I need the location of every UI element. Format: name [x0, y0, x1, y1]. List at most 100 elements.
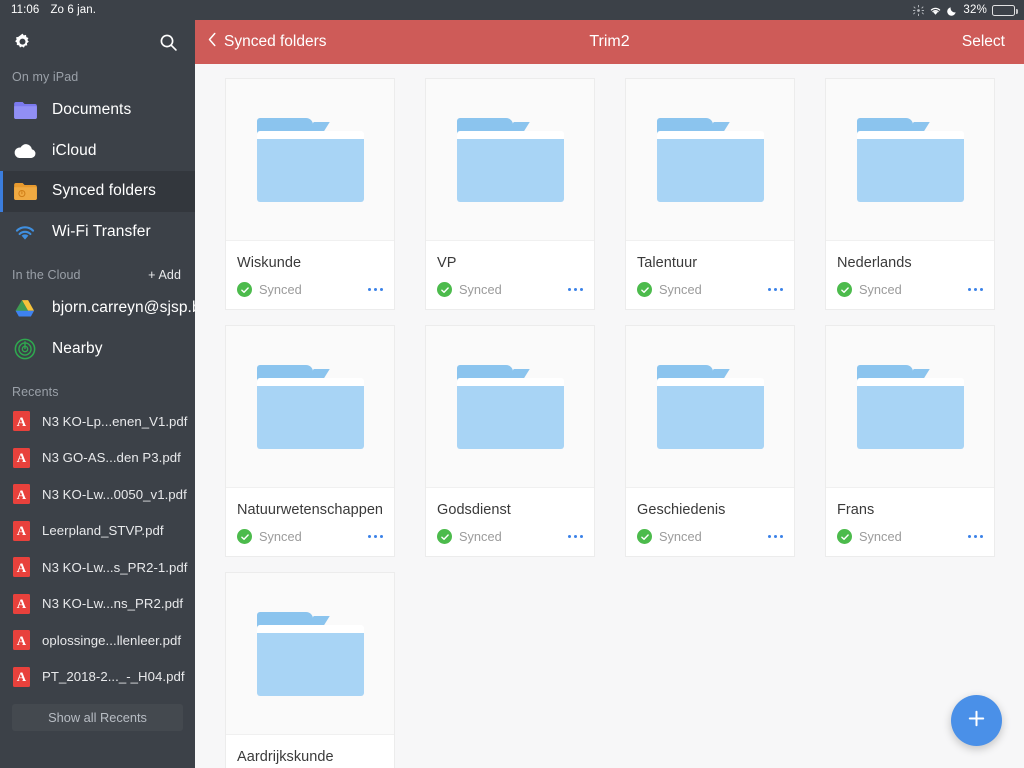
recent-file-item[interactable]: A N3 KO-Lw...0050_v1.pdf — [0, 476, 195, 513]
folder-name: VP — [437, 255, 457, 271]
select-button[interactable]: Select — [962, 33, 1024, 51]
recent-file-label: N3 KO-Lp...enen_V1.pdf — [42, 413, 188, 429]
folder-more-menu-icon[interactable] — [760, 531, 783, 543]
sidebar-item-synced-folders[interactable]: Synced folders — [0, 171, 195, 212]
sidebar-item-label: Synced folders — [52, 182, 156, 200]
recent-file-label: PT_2018-2..._-_H04.pdf — [42, 669, 185, 685]
status-bar-right: 32% — [913, 4, 1024, 16]
folder-status-label: Synced — [259, 529, 302, 544]
folder-more-menu-icon[interactable] — [960, 531, 983, 543]
folder-card[interactable]: Geschiedenis Synced — [625, 325, 795, 557]
wifi-transfer-icon — [12, 221, 38, 243]
folder-thumbnail — [826, 79, 994, 241]
status-date: Zo 6 jan. — [50, 4, 97, 16]
folder-more-menu-icon[interactable] — [560, 284, 583, 296]
folder-thumbnail — [426, 79, 594, 241]
folder-grid: Wiskunde Synced VP Synced Talentuur Sync… — [195, 64, 1024, 768]
pdf-icon: A — [13, 630, 30, 651]
folder-status-row: Synced — [226, 529, 394, 556]
check-circle-icon — [837, 529, 852, 544]
nearby-icon — [12, 338, 38, 360]
sidebar-toolbar — [0, 20, 195, 64]
folder-blue-icon — [856, 364, 964, 449]
folder-synced-icon — [12, 180, 38, 202]
folder-more-menu-icon[interactable] — [760, 284, 783, 296]
recent-file-item[interactable]: A PT_2018-2..._-_H04.pdf — [0, 659, 195, 696]
check-circle-icon — [237, 529, 252, 544]
sidebar-item-google-drive-account[interactable]: bjorn.carreyn@sjsp.be — [0, 288, 195, 329]
folder-name: Talentuur — [637, 255, 698, 271]
folder-card[interactable]: Wiskunde Synced — [225, 78, 395, 310]
check-circle-icon — [237, 282, 252, 297]
search-icon[interactable] — [158, 32, 179, 53]
folder-thumbnail — [226, 573, 394, 735]
folder-blue-icon — [856, 117, 964, 202]
status-bar-left: 11:06 Zo 6 jan. — [0, 4, 96, 16]
sidebar-item-icloud[interactable]: iCloud — [0, 131, 195, 172]
sidebar-section-title: On my iPad — [12, 70, 79, 84]
chevron-left-icon — [208, 32, 217, 52]
show-all-recents-button[interactable]: Show all Recents — [12, 704, 183, 731]
recent-file-label: N3 GO-AS...den P3.pdf — [42, 450, 181, 466]
pdf-icon: A — [13, 593, 30, 614]
folder-name: Godsdienst — [437, 502, 511, 518]
sidebar-item-label: Nearby — [52, 339, 103, 357]
folder-card[interactable]: VP Synced — [425, 78, 595, 310]
recent-file-label: N3 KO-Lw...s_PR2-1.pdf — [42, 559, 188, 575]
check-circle-icon — [637, 282, 652, 297]
recent-file-item[interactable]: A Leerpland_STVP.pdf — [0, 513, 195, 550]
folder-more-menu-icon[interactable] — [560, 531, 583, 543]
sidebar-item-wifi-transfer[interactable]: Wi-Fi Transfer — [0, 212, 195, 253]
folder-more-menu-icon[interactable] — [960, 284, 983, 296]
pdf-icon: A — [13, 484, 30, 505]
folder-card[interactable]: Nederlands Synced — [825, 78, 995, 310]
sidebar-section-header-in-the-cloud: In the Cloud + Add — [0, 252, 195, 288]
folder-card[interactable]: Aardrijkskunde Synced — [225, 572, 395, 768]
folder-blue-icon — [256, 117, 364, 202]
sidebar-item-nearby[interactable]: Nearby — [0, 329, 195, 370]
pdf-icon: A — [13, 557, 30, 578]
check-circle-icon — [637, 529, 652, 544]
folder-status-label: Synced — [459, 529, 502, 544]
folder-more-menu-icon[interactable] — [360, 531, 383, 543]
folder-name: Aardrijkskunde — [237, 749, 334, 765]
folder-card[interactable]: Natuurwetenschappen Synced — [225, 325, 395, 557]
sync-icon — [913, 4, 925, 16]
gear-icon[interactable] — [12, 32, 33, 53]
folder-blue-icon — [456, 364, 564, 449]
recent-file-item[interactable]: A oplossinge...llenleer.pdf — [0, 622, 195, 659]
folder-status-label: Synced — [859, 282, 902, 297]
status-time: 11:06 — [11, 4, 40, 16]
back-button-label: Synced folders — [224, 33, 327, 50]
google-drive-icon — [12, 297, 38, 319]
sidebar-item-label: bjorn.carreyn@sjsp.be — [52, 299, 195, 317]
add-cloud-account-button[interactable]: + Add — [148, 268, 181, 282]
folder-status-label: Synced — [659, 282, 702, 297]
folder-thumbnail — [626, 79, 794, 241]
sidebar-item-documents[interactable]: Documents — [0, 90, 195, 131]
recent-file-item[interactable]: A N3 KO-Lw...s_PR2-1.pdf — [0, 549, 195, 586]
recent-file-item[interactable]: A N3 KO-Lp...enen_V1.pdf — [0, 403, 195, 440]
folder-card[interactable]: Talentuur Synced — [625, 78, 795, 310]
folder-blue-icon — [656, 364, 764, 449]
folder-more-menu-icon[interactable] — [360, 284, 383, 296]
pdf-icon: A — [13, 666, 30, 687]
app-header: Synced folders Trim2 Select — [195, 20, 1024, 64]
sidebar-section-header-on-my-ipad: On my iPad — [0, 64, 195, 90]
folder-card[interactable]: Godsdienst Synced — [425, 325, 595, 557]
back-button[interactable]: Synced folders — [195, 32, 327, 52]
folder-grid-container: Wiskunde Synced VP Synced Talentuur Sync… — [195, 64, 1024, 768]
recent-file-label: N3 KO-Lw...ns_PR2.pdf — [42, 596, 184, 612]
folder-blue-icon — [456, 117, 564, 202]
add-button[interactable] — [951, 695, 1002, 746]
check-circle-icon — [437, 529, 452, 544]
folder-blue-icon — [256, 364, 364, 449]
recent-file-item[interactable]: A N3 KO-Lw...ns_PR2.pdf — [0, 586, 195, 623]
folder-name: Frans — [837, 502, 875, 518]
pdf-icon: A — [13, 447, 30, 468]
pdf-icon: A — [13, 520, 30, 541]
recent-file-item[interactable]: A N3 GO-AS...den P3.pdf — [0, 440, 195, 477]
sidebar: On my iPad Documents iCloud Synced folde… — [0, 20, 195, 768]
folder-card[interactable]: Frans Synced — [825, 325, 995, 557]
folder-thumbnail — [826, 326, 994, 488]
